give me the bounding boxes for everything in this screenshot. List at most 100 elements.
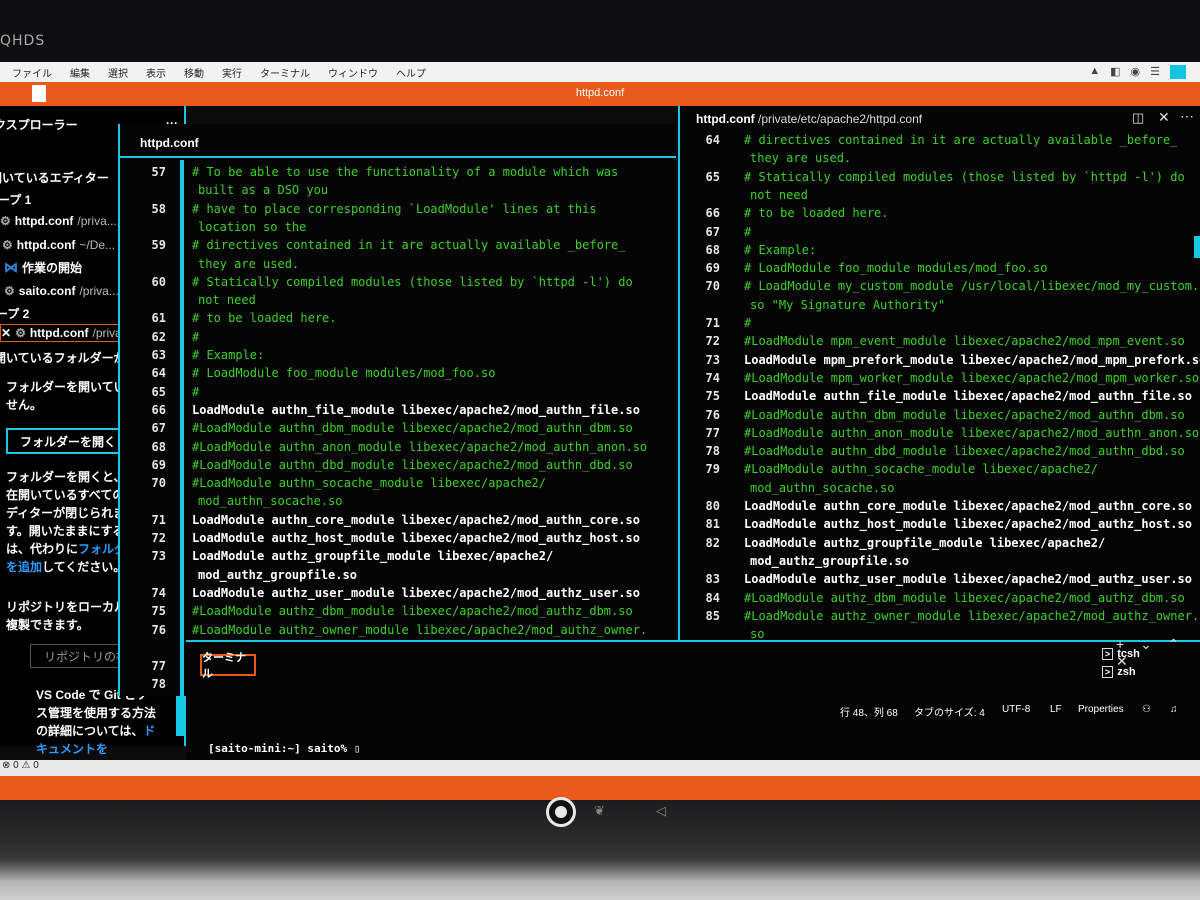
code-line[interactable]: 84 #LoadModule authz_dbm_module libexec/a… — [680, 590, 1192, 606]
code-line[interactable]: 69 #LoadModule authn_dbd_module libexec/a… — [120, 457, 676, 473]
group-1-header[interactable]: グループ 1 — [0, 190, 31, 208]
tab-size[interactable]: タブのサイズ: 4 — [914, 704, 985, 719]
code-line[interactable]: 71 # — [680, 315, 1192, 331]
code-line[interactable]: 69 # LoadModule foo_module modules/mod_fo… — [680, 260, 1192, 276]
menu-terminal[interactable]: ターミナル — [260, 65, 310, 80]
code-line[interactable]: not need — [120, 292, 676, 308]
close-icon[interactable]: ✕ — [1158, 109, 1170, 126]
code-area[interactable]: 64 # directives contained in it are actua… — [680, 132, 1200, 686]
code-line[interactable]: 61 # to be loaded here. — [120, 310, 676, 326]
code-line[interactable]: mod_authn_socache.so — [680, 480, 1192, 496]
status-icon[interactable]: ▲ — [1089, 65, 1100, 79]
code-line[interactable]: 64 # LoadModule foo_module modules/mod_fo… — [120, 365, 676, 381]
terminal-tab[interactable]: ターミナル — [200, 652, 256, 680]
code-line[interactable]: 80 LoadModule authn_core_module libexec/a… — [680, 498, 1192, 514]
code-line[interactable]: mod_authz_groupfile.so — [120, 567, 676, 583]
feedback-icon[interactable]: ⚇ — [1142, 704, 1151, 715]
code-line[interactable]: 70 # LoadModule my_custom_module /usr/loc… — [680, 278, 1200, 294]
code-line[interactable]: 65 # — [120, 384, 676, 400]
code-line[interactable]: 57 # To be able to use the functionality … — [120, 164, 676, 180]
code-line[interactable]: 72 #LoadModule mpm_event_module libexec/a… — [680, 333, 1192, 349]
code-line[interactable]: 62 # — [120, 329, 676, 345]
code-line[interactable]: they are used. — [120, 256, 676, 272]
code-line[interactable]: 59 # directives contained in it are actua… — [120, 237, 676, 253]
split-editor-icon[interactable]: ◫ — [1132, 110, 1144, 126]
menu-view[interactable]: 表示 — [146, 65, 166, 80]
code-line[interactable]: not need — [680, 187, 1192, 203]
encoding[interactable]: UTF-8 — [1002, 704, 1030, 715]
code-line[interactable]: 74 #LoadModule mpm_worker_module libexec/… — [680, 370, 1200, 386]
code-line[interactable]: 67 #LoadModule authn_dbm_module libexec/a… — [120, 420, 676, 436]
code-line[interactable]: 83 LoadModule authz_user_module libexec/a… — [680, 571, 1192, 587]
code-line[interactable]: 79 #LoadModule authn_socache_module libex… — [680, 461, 1192, 477]
code-line[interactable]: they are used. — [680, 150, 1192, 166]
shell-item[interactable]: > zsh — [1102, 666, 1136, 678]
code-line[interactable]: 63 # Example: — [120, 347, 676, 363]
code-line[interactable]: 66 # to be loaded here. — [680, 205, 1192, 221]
menu-selection[interactable]: 選択 — [108, 65, 128, 80]
code-line[interactable]: 70 #LoadModule authn_socache_module libex… — [120, 475, 676, 491]
app-status-icon[interactable] — [1170, 65, 1186, 79]
code-area[interactable]: 57 # To be able to use the functionality … — [120, 164, 676, 696]
code-line[interactable]: 75 #LoadModule authz_dbm_module libexec/a… — [120, 603, 676, 619]
open-editor-item[interactable]: ⚙ httpd.conf ~/De... — [2, 236, 115, 254]
menu-window[interactable]: ウィンドウ — [328, 65, 378, 80]
status-icon[interactable]: ☰ — [1150, 65, 1160, 79]
open-editor-item[interactable]: ⋈ 作業の開始 — [4, 258, 82, 276]
editor-tab[interactable]: httpd.conf — [140, 136, 199, 150]
language-mode[interactable]: Properties — [1078, 704, 1124, 715]
editor-tab[interactable]: httpd.conf /private/etc/apache2/httpd.co… — [696, 112, 922, 126]
code-line[interactable]: 68 #LoadModule authn_anon_module libexec/… — [120, 439, 676, 455]
code-line[interactable]: 73 LoadModule authz_groupfile_module libe… — [120, 548, 676, 564]
terminal-prompt[interactable]: [saito-mini:~] saito% ▯ — [208, 742, 360, 755]
code-line[interactable]: 76 #LoadModule authz_owner_module libexec… — [120, 622, 676, 638]
code-line[interactable]: 65 # Statically compiled modules (those l… — [680, 169, 1192, 185]
code-line[interactable]: 60 # Statically compiled modules (those l… — [120, 274, 676, 290]
cursor-position[interactable]: 行 48、列 68 — [840, 704, 898, 719]
menu-help[interactable]: ヘルプ — [396, 65, 426, 80]
code-line[interactable]: 72 LoadModule authz_host_module libexec/a… — [120, 530, 676, 546]
scrollbar-thumb[interactable] — [1194, 236, 1200, 258]
open-editor-item[interactable]: ⚙ httpd.conf /priva... — [0, 212, 117, 230]
code-line[interactable]: 66 LoadModule authn_file_module libexec/a… — [120, 402, 676, 418]
code-line[interactable]: 76 #LoadModule authn_dbm_module libexec/a… — [680, 407, 1192, 423]
code-line[interactable]: location so the — [120, 219, 676, 235]
open-folder-button[interactable]: フォルダーを開く — [6, 428, 130, 454]
menu-go[interactable]: 移動 — [184, 65, 204, 80]
code-line[interactable]: 71 LoadModule authn_core_module libexec/a… — [120, 512, 676, 528]
status-icon[interactable]: ◉ — [1131, 65, 1141, 79]
group-2-header[interactable]: グループ 2 — [0, 304, 29, 322]
code-line[interactable]: 77 #LoadModule authn_anon_module libexec/… — [680, 425, 1200, 441]
line-ending[interactable]: LF — [1050, 704, 1062, 715]
code-line[interactable]: 81 LoadModule authz_host_module libexec/a… — [680, 516, 1192, 532]
bell-icon[interactable]: ♫ — [1170, 704, 1178, 715]
code-line[interactable]: mod_authn_socache.so — [120, 493, 676, 509]
problems-count[interactable]: ⊗ 0 ⚠ 0 — [2, 760, 39, 771]
code-line[interactable]: mod_authz_groupfile.so — [680, 553, 1192, 569]
menu-edit[interactable]: 編集 — [70, 65, 90, 80]
code-line[interactable]: 75 LoadModule authn_file_module libexec/a… — [680, 388, 1192, 404]
shell-item[interactable]: > tcsh — [1102, 648, 1140, 660]
code-line[interactable]: 64 # directives contained in it are actua… — [680, 132, 1192, 148]
open-editor-item[interactable]: ⚙ saito.conf /priva... — [4, 282, 119, 300]
menu-run[interactable]: 実行 — [222, 65, 242, 80]
close-icon[interactable]: ✕ — [1, 326, 11, 340]
code-line[interactable]: so "My Signature Authority" — [680, 297, 1192, 313]
code-line[interactable]: 85 #LoadModule authz_owner_module libexec… — [680, 608, 1200, 624]
code-text: #LoadModule authn_dbd_module libexec/apa… — [744, 444, 1185, 459]
more-actions-icon[interactable]: ⋯ — [1180, 108, 1194, 125]
code-line[interactable]: 73 LoadModule mpm_prefork_module libexec/… — [680, 352, 1200, 368]
gear-icon: ⚙ — [15, 326, 26, 340]
code-line[interactable]: 58 # have to place corresponding `LoadMod… — [120, 201, 676, 217]
code-line[interactable]: 68 # Example: — [680, 242, 1192, 258]
code-line[interactable]: 78 #LoadModule authn_dbd_module libexec/a… — [680, 443, 1192, 459]
line-number: 69 — [151, 457, 166, 472]
power-button[interactable] — [546, 797, 576, 827]
code-line[interactable]: 74 LoadModule authz_user_module libexec/a… — [120, 585, 676, 601]
code-line[interactable]: 67 # — [680, 224, 1192, 240]
status-icon[interactable]: ◧ — [1110, 65, 1120, 79]
open-editors-section[interactable]: 開いているエディター — [0, 168, 109, 186]
code-line[interactable]: 82 LoadModule authz_groupfile_module libe… — [680, 535, 1192, 551]
menu-file[interactable]: ファイル — [12, 65, 52, 80]
code-line[interactable]: built as a DSO you — [120, 182, 676, 198]
